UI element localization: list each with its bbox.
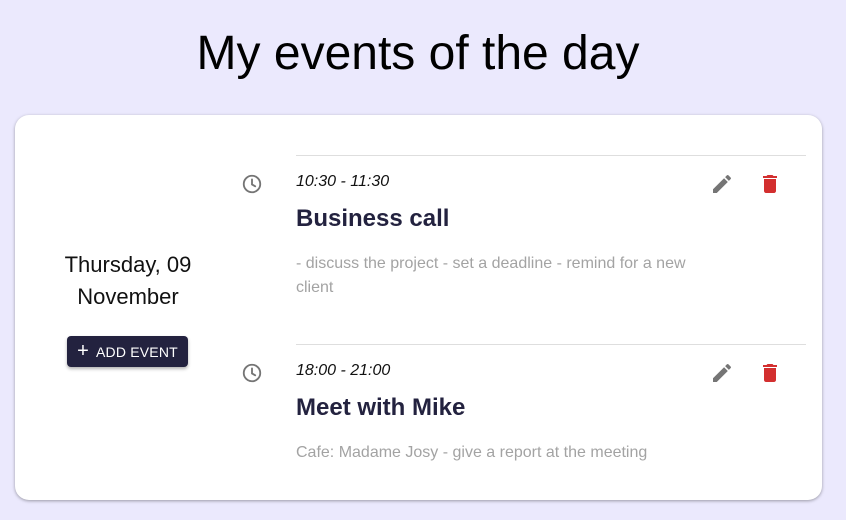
event-description: - discuss the project - set a deadline -…: [296, 255, 686, 296]
event-time: 10:30 - 11:30: [296, 173, 390, 190]
date-panel: Thursday, 09 November: [15, 249, 241, 313]
trash-icon[interactable]: [758, 172, 782, 196]
page-title: My events of the day: [196, 27, 640, 80]
trash-icon[interactable]: [758, 361, 782, 385]
add-event-button[interactable]: + ADD EVENT: [67, 336, 188, 367]
event-description: Cafe: Madame Josy - give a report at the…: [296, 444, 648, 461]
add-event-label: ADD EVENT: [95, 343, 178, 360]
pencil-icon[interactable]: [710, 172, 734, 196]
clock-icon: [242, 174, 262, 194]
event-divider: [296, 155, 806, 156]
event-time: 18:00 - 21:00: [296, 362, 391, 379]
event-title: Meet with Mike: [296, 394, 466, 421]
events-card: Thursday, 09 November + ADD EVENT 10:30 …: [15, 115, 822, 500]
event-divider: [296, 344, 806, 345]
date-label: Thursday, 09 November: [64, 252, 192, 309]
pencil-icon[interactable]: [710, 361, 734, 385]
clock-icon: [242, 363, 262, 383]
event-title: Business call: [296, 205, 450, 232]
plus-icon: +: [77, 339, 89, 362]
